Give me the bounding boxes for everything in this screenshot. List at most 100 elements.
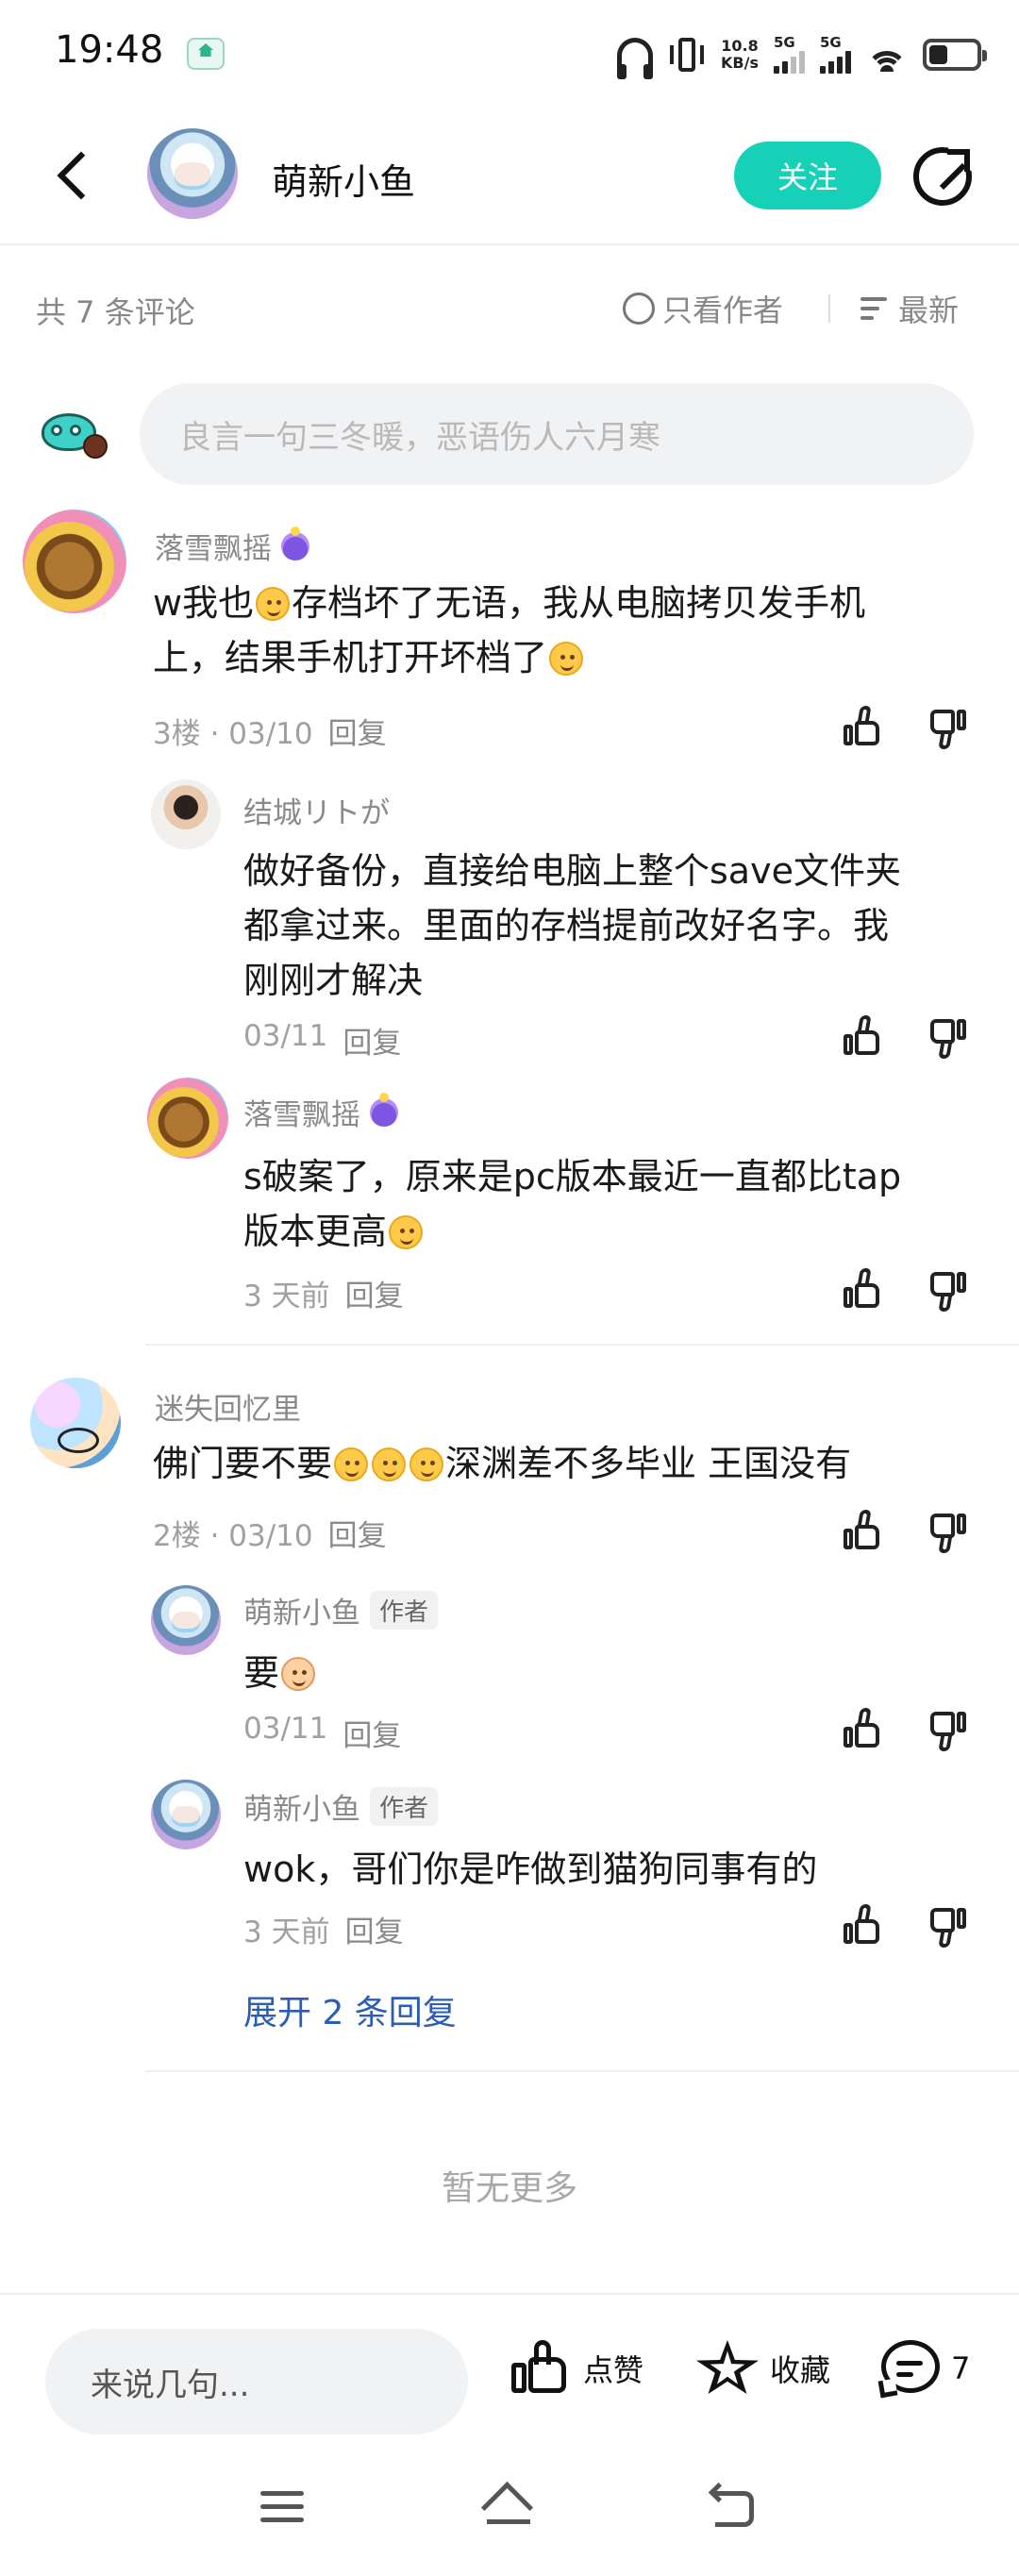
- reply-meta: 3 天前 回复: [243, 1908, 404, 1950]
- like-icon[interactable]: [838, 1506, 885, 1553]
- like-icon[interactable]: [838, 1704, 885, 1751]
- dislike-icon[interactable]: [923, 1012, 970, 1059]
- top-bar: 萌新小鱼 关注: [0, 104, 1019, 245]
- author-name[interactable]: 萌新小鱼: [272, 153, 415, 205]
- emoji-icon: [281, 1657, 316, 1691]
- emoji-icon: [409, 1447, 444, 1481]
- reply-button[interactable]: 回复: [342, 1712, 401, 1754]
- battery-icon: [923, 39, 987, 71]
- reply-user-name-text: 萌新小鱼: [243, 1597, 360, 1631]
- comment-text: w我也 存档坏了无语，我从电脑拷贝发手机 上，结果手机打开坏档了: [153, 576, 964, 685]
- reply-button[interactable]: 回复: [345, 1272, 404, 1314]
- back-button[interactable]: [47, 142, 104, 208]
- reply-meta: 03/11 回复: [243, 1019, 401, 1062]
- app-notification-icon: [187, 38, 225, 70]
- signal-icon-2: 5G: [820, 36, 851, 74]
- comment-count: 共 7 条评论: [36, 294, 195, 330]
- my-avatar: [34, 396, 115, 477]
- reply-user-name[interactable]: 萌新小鱼 作者: [243, 1785, 439, 1828]
- reply-text-line: wok，哥们你是咋做到猫狗同事有的: [243, 1848, 818, 1890]
- sort-label: 最新: [898, 293, 960, 328]
- reply-text-line: s破案了，原来是pc版本最近一直都比tap: [243, 1156, 902, 1197]
- dislike-icon[interactable]: [923, 1264, 970, 1312]
- emoji-icon: [334, 1447, 369, 1481]
- say-something-input[interactable]: 来说几句...: [45, 2329, 468, 2434]
- dislike-icon[interactable]: [923, 702, 970, 749]
- expand-replies-link[interactable]: 展开 2 条回复: [243, 1985, 457, 2034]
- commenter-name-text: 落雪飘摇: [155, 532, 272, 566]
- reply-text-line: 要: [243, 1652, 280, 1694]
- comment-filter-bar: 共 7 条评论 只看作者 最新: [0, 247, 1019, 370]
- only-author-toggle[interactable]: 只看作者: [623, 287, 783, 330]
- commenter-name[interactable]: 迷失回忆里: [155, 1385, 301, 1428]
- comment-text-part: w我也: [153, 582, 255, 624]
- emoji-icon: [256, 587, 291, 621]
- comment-floor-date: 3楼 · 03/10: [153, 717, 313, 751]
- reply-text: 做好备份，直接给电脑上整个save文件夹 都拿过来。里面的存档提前改好名字。我 …: [243, 844, 989, 1008]
- comment-text-part: 上，结果手机打开坏档了: [153, 637, 548, 678]
- home-icon[interactable]: [481, 2484, 536, 2527]
- like-icon[interactable]: [838, 1012, 885, 1059]
- like-icon[interactable]: [838, 1900, 885, 1948]
- like-icon[interactable]: [838, 702, 885, 749]
- reply-text-line: 都拿过来。里面的存档提前改好名字。我: [243, 905, 890, 946]
- sort-icon: [860, 295, 891, 322]
- comment-count-badge: 7: [951, 2350, 971, 2386]
- speed-unit: KB/s: [721, 54, 759, 72]
- divider: [828, 294, 830, 323]
- reply-avatar[interactable]: [151, 1585, 221, 1655]
- commenter-avatar[interactable]: [30, 1378, 121, 1468]
- comments-action-button[interactable]: 7: [877, 2340, 971, 2399]
- reply-user-name[interactable]: 结城リトが: [243, 789, 390, 831]
- comment-text-part: 佛门要不要: [153, 1443, 333, 1484]
- dislike-icon[interactable]: [923, 1704, 970, 1751]
- reply-user-name[interactable]: 落雪飘摇: [243, 1091, 398, 1133]
- reply-avatar[interactable]: [147, 1078, 228, 1159]
- comment-floor-date: 2楼 · 03/10: [153, 1519, 313, 1553]
- emoji-icon: [389, 1215, 424, 1249]
- signal-label-1: 5G: [774, 34, 795, 51]
- reply-text-line: 版本更高: [243, 1211, 388, 1252]
- follow-button[interactable]: 关注: [734, 142, 881, 209]
- signal-icon-1: 5G: [774, 36, 805, 74]
- share-icon[interactable]: [913, 147, 972, 206]
- like-icon[interactable]: [838, 1264, 885, 1312]
- divider: [145, 2070, 1019, 2072]
- thumbs-up-icon: [510, 2340, 572, 2397]
- reply-avatar[interactable]: [151, 1780, 221, 1849]
- reply-meta: 3 天前 回复: [243, 1272, 404, 1314]
- like-action-button[interactable]: 点赞: [510, 2340, 643, 2397]
- reply-meta: 03/11 回复: [243, 1712, 401, 1754]
- author-badge: 作者: [370, 1591, 439, 1630]
- comment-input[interactable]: 良言一句三冬暖，恶语伤人六月寒: [140, 383, 974, 485]
- divider: [145, 1344, 1019, 1346]
- author-avatar[interactable]: [147, 128, 238, 219]
- vibrate-icon: [668, 36, 706, 74]
- speed-value: 10.8: [721, 37, 759, 55]
- status-icons: 10.8 KB/s 5G 5G: [617, 32, 987, 79]
- reply-avatar[interactable]: [151, 779, 221, 849]
- reply-user-name-text: 萌新小鱼: [243, 1793, 360, 1827]
- reply-user-name[interactable]: 萌新小鱼 作者: [243, 1589, 439, 1631]
- badge-icon: [281, 526, 309, 560]
- reply-button[interactable]: 回复: [345, 1908, 404, 1950]
- reply-button[interactable]: 回复: [328, 1512, 387, 1554]
- emoji-icon: [372, 1447, 407, 1481]
- sort-button[interactable]: 最新: [860, 287, 959, 330]
- reply-text-line: 刚刚才解决: [243, 960, 424, 1001]
- dislike-icon[interactable]: [923, 1506, 970, 1553]
- dislike-icon[interactable]: [923, 1900, 970, 1948]
- reply-button[interactable]: 回复: [328, 710, 387, 752]
- star-icon: [696, 2340, 759, 2397]
- comment-text: 佛门要不要 深渊差不多毕业 王国没有: [153, 1436, 1002, 1491]
- comment-text-part: 深渊差不多毕业 王国没有: [445, 1443, 852, 1484]
- reply-user-name-text: 落雪飘摇: [243, 1098, 360, 1132]
- commenter-avatar[interactable]: [23, 510, 126, 613]
- back-nav-icon[interactable]: [710, 2485, 757, 2527]
- favorite-action-button[interactable]: 收藏: [696, 2340, 830, 2397]
- menu-icon[interactable]: [260, 2489, 304, 2523]
- commenter-name[interactable]: 落雪飘摇: [155, 525, 309, 567]
- reply-text: s破案了，原来是pc版本最近一直都比tap 版本更高: [243, 1149, 989, 1259]
- network-speed: 10.8 KB/s: [721, 38, 759, 72]
- reply-button[interactable]: 回复: [342, 1019, 401, 1062]
